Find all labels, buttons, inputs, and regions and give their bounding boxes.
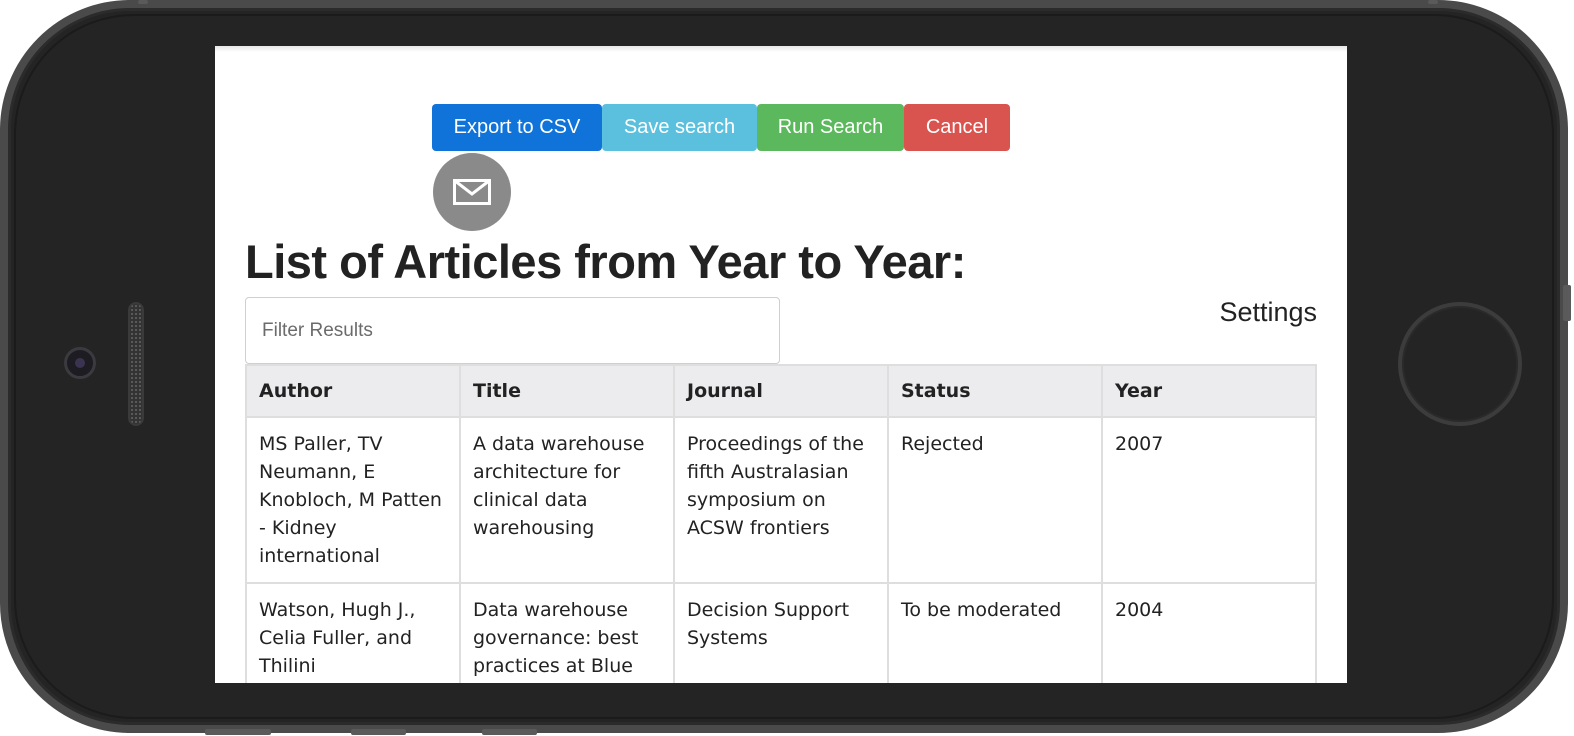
cell-journal: Decision Support Systems xyxy=(673,582,889,683)
device-volume-button xyxy=(351,729,406,735)
device-screen: Export to CSV Save search Run Search Can… xyxy=(215,46,1347,683)
cell-year: 2004 xyxy=(1101,582,1317,683)
table-header-row: Author Title Journal Status Year xyxy=(245,364,1317,418)
device-speaker xyxy=(128,302,144,426)
column-header-journal[interactable]: Journal xyxy=(673,364,889,418)
cell-title: Data warehouse governance: best practice… xyxy=(459,582,675,683)
cell-status: Rejected xyxy=(887,416,1103,584)
cell-title: A data warehouse architecture for clinic… xyxy=(459,416,675,584)
device-volume-button xyxy=(482,729,537,735)
screen-top-shade xyxy=(215,46,1347,52)
articles-table: Author Title Journal Status Year MS Pall… xyxy=(245,364,1317,683)
table-row[interactable]: MS Paller, TV Neumann, E Knobloch, M Pat… xyxy=(245,416,1317,584)
email-button[interactable] xyxy=(433,153,511,231)
column-header-author[interactable]: Author xyxy=(245,364,461,418)
device-volume-button xyxy=(205,729,271,735)
run-search-button[interactable]: Run Search xyxy=(757,104,904,151)
home-button[interactable] xyxy=(1398,302,1522,426)
action-toolbar: Export to CSV Save search Run Search Can… xyxy=(432,104,1010,151)
device-power-button xyxy=(1563,285,1571,321)
column-header-title[interactable]: Title xyxy=(459,364,675,418)
cell-status: To be moderated xyxy=(887,582,1103,683)
cell-year: 2007 xyxy=(1101,416,1317,584)
filter-results-input[interactable] xyxy=(245,297,780,364)
table-row[interactable]: Watson, Hugh J., Celia Fuller, and Thili… xyxy=(245,582,1317,683)
device-side-button xyxy=(1428,0,1438,4)
page-title: List of Articles from Year to Year: xyxy=(245,235,966,288)
envelope-icon xyxy=(453,179,491,205)
column-header-year[interactable]: Year xyxy=(1101,364,1317,418)
cell-author: Watson, Hugh J., Celia Fuller, and Thili… xyxy=(245,582,461,683)
column-header-status[interactable]: Status xyxy=(887,364,1103,418)
export-csv-button[interactable]: Export to CSV xyxy=(432,104,602,151)
cell-author: MS Paller, TV Neumann, E Knobloch, M Pat… xyxy=(245,416,461,584)
cancel-button[interactable]: Cancel xyxy=(904,104,1010,151)
cell-journal: Proceedings of the fifth Australasian sy… xyxy=(673,416,889,584)
front-camera xyxy=(64,347,96,379)
settings-link[interactable]: Settings xyxy=(1219,297,1317,328)
save-search-button[interactable]: Save search xyxy=(602,104,757,151)
device-side-button xyxy=(138,0,148,4)
